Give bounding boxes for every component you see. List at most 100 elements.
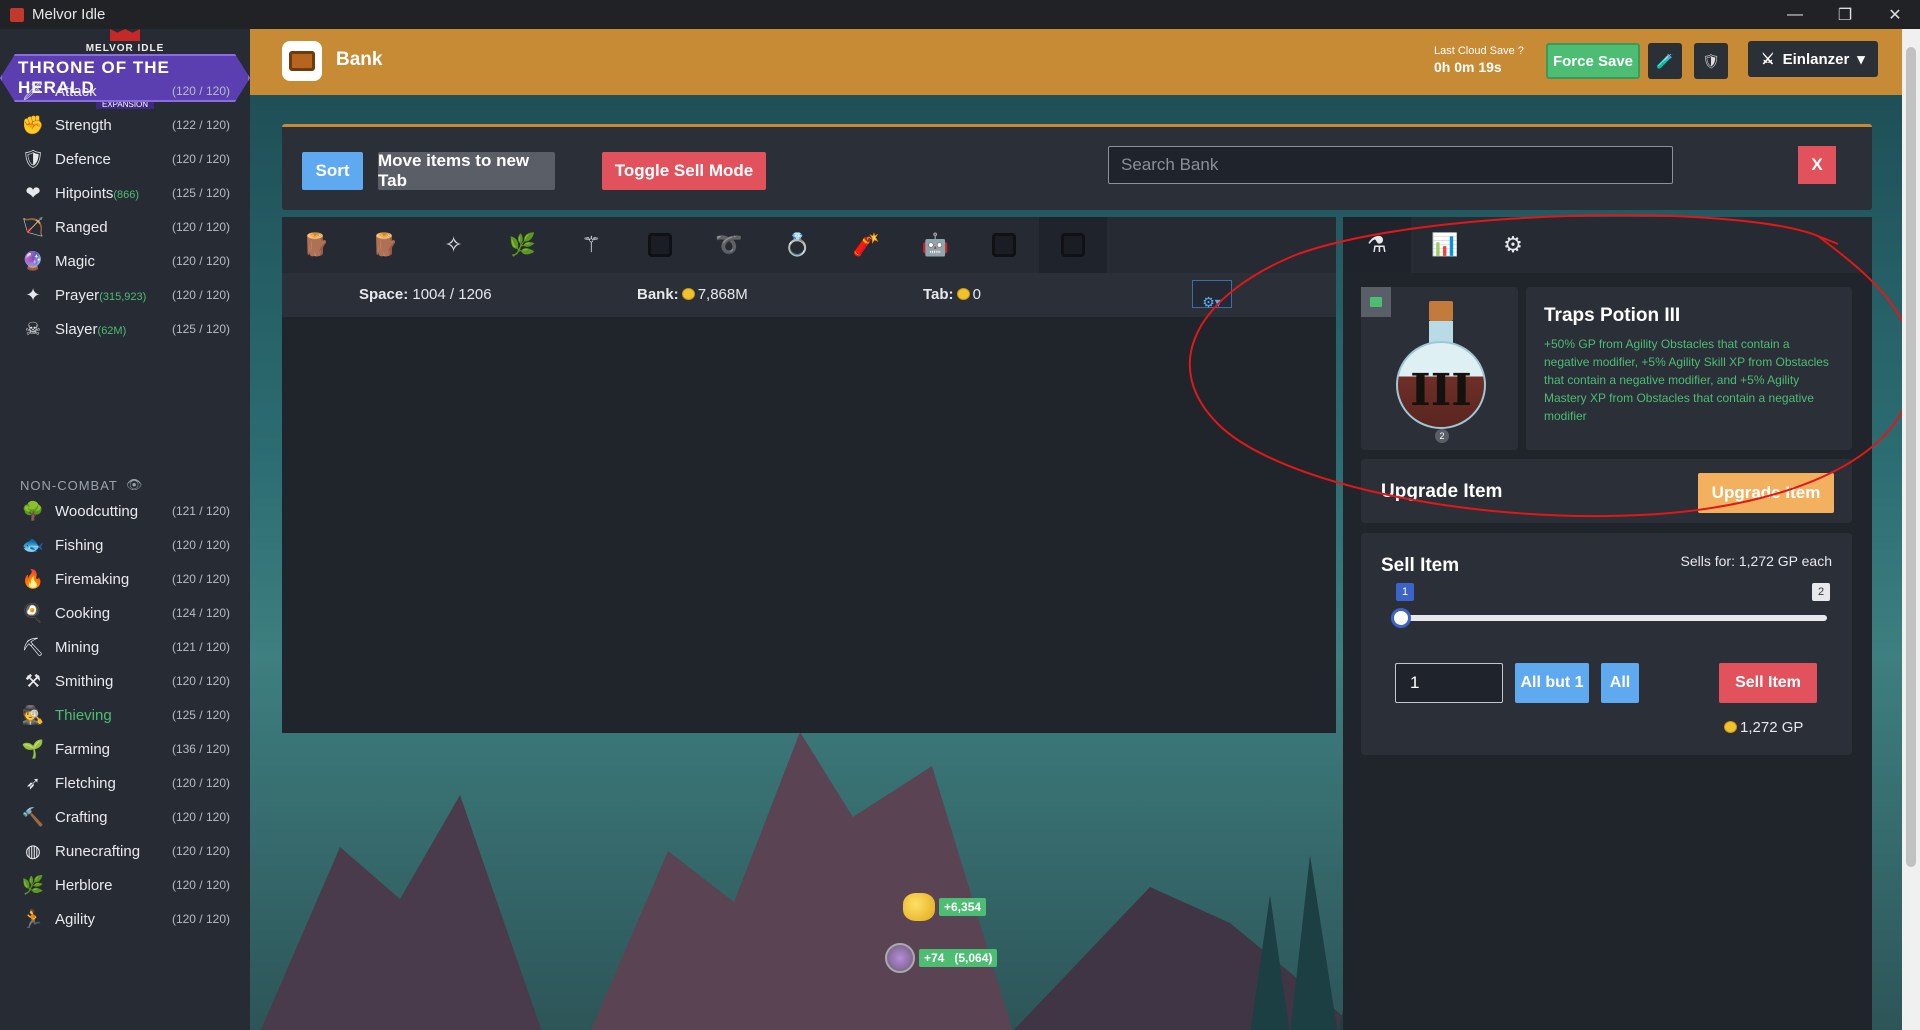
traps-potion-icon: III <box>1396 301 1486 431</box>
sidebar-item-prayer[interactable]: ✦ Prayer(315,923) (120 / 120) <box>0 278 250 312</box>
sort-button[interactable]: Sort <box>302 152 363 190</box>
move-items-button[interactable]: Move items to new Tab <box>378 151 555 190</box>
scrollbar-thumb[interactable] <box>1906 47 1916 867</box>
item-panel-tab-3[interactable]: ⚙ <box>1479 217 1547 273</box>
restore-button[interactable]: ❐ <box>1820 0 1870 29</box>
stats-chart-icon: 📊 <box>1431 232 1459 257</box>
sidebar-item-agility[interactable]: 🏃 Agility (120 / 120) <box>0 902 250 936</box>
help-icon[interactable]: ? <box>1518 45 1524 57</box>
bank-value-label: Bank: <box>637 286 679 303</box>
sell-quantity-input[interactable]: 1 <box>1395 663 1503 703</box>
bank-tab-1[interactable]: 🪵 <box>282 217 350 273</box>
lock-button[interactable] <box>1361 287 1391 317</box>
sidebar-item-smithing[interactable]: ⚒ Smithing (120 / 120) <box>0 664 250 698</box>
bank-tab-4[interactable]: 🌿 <box>488 217 556 273</box>
sidebar-item-label: Fishing <box>55 536 104 554</box>
sidebar-item-label: Agility <box>55 910 96 928</box>
sidebar-item-woodcutting[interactable]: 🌳 Woodcutting (121 / 120) <box>0 494 250 528</box>
pickaxe-icon: ⛏ <box>21 636 45 657</box>
clear-search-button[interactable]: X <box>1798 146 1836 184</box>
sidebar-item-farming[interactable]: 🌱 Farming (136 / 120) <box>0 732 250 766</box>
bank-tab-6[interactable] <box>626 217 694 273</box>
item-panel-tab-2[interactable]: 📊 <box>1411 217 1479 273</box>
minimize-button[interactable]: — <box>1770 0 1820 29</box>
search-input[interactable]: Search Bank <box>1108 146 1673 184</box>
sidebar-item-text: Agility <box>55 911 95 928</box>
sidebar-item-magic[interactable]: 🔮 Magic (120 / 120) <box>0 244 250 278</box>
force-save-button[interactable]: Force Save <box>1546 43 1640 79</box>
sidebar-item-hitpoints[interactable]: ❤ Hitpoints(866) (125 / 120) <box>0 176 250 210</box>
eye-icon[interactable]: 👁 <box>126 477 144 493</box>
all-button[interactable]: All <box>1601 663 1639 703</box>
tab-settings-dropdown[interactable]: ⚙▾ <box>1192 280 1232 310</box>
sidebar-item-text: Defence <box>55 151 111 168</box>
potion-icon[interactable]: 🧪 <box>1648 43 1682 79</box>
noncombat-header[interactable]: NON-COMBAT 👁 <box>20 477 143 493</box>
close-button[interactable]: ✕ <box>1870 0 1920 29</box>
sidebar-item-fishing[interactable]: 🐟 Fishing (120 / 120) <box>0 528 250 562</box>
tree-icon: 🌳 <box>21 500 45 521</box>
bank-tab-2[interactable]: 🪵 <box>351 217 419 273</box>
upgrade-item-button[interactable]: Upgrade Item <box>1698 473 1834 513</box>
bank-value: 7,868M <box>697 286 748 303</box>
shield-badge-icon[interactable]: 🛡 <box>1694 43 1728 79</box>
sidebar-item-label: Ranged <box>55 218 108 236</box>
item-image-box: III 2 <box>1361 287 1518 450</box>
sidebar-item-ranged[interactable]: 🏹 Ranged (120 / 120) <box>0 210 250 244</box>
gp-gain-value: +6,354 <box>939 898 987 916</box>
gp-gain-popup: +6,354 <box>903 893 987 921</box>
scrollbar[interactable] <box>1902 29 1920 1030</box>
bank-tab-10[interactable]: 🤖 <box>901 217 969 273</box>
skill-level: (125 / 120) <box>171 322 230 336</box>
slider-thumb[interactable] <box>1391 608 1411 628</box>
sidebar-item-label: Attack <box>55 82 97 100</box>
sidebar-item-firemaking[interactable]: 🔥 Firemaking (120 / 120) <box>0 562 250 596</box>
sidebar-item-cooking[interactable]: 🍳 Cooking (124 / 120) <box>0 596 250 630</box>
wizard-hat-icon: 🔮 <box>21 250 45 271</box>
sidebar-item-text: Fletching <box>55 775 116 792</box>
window-titlebar: Melvor Idle — ❐ ✕ <box>0 0 1920 29</box>
bank-tab-7[interactable]: ➰ <box>695 217 763 273</box>
user-menu-button[interactable]: ⚔ Einlanzer ▾ <box>1748 41 1878 77</box>
sidebar-item-text: Crafting <box>55 809 108 826</box>
sidebar-item-herblore[interactable]: 🌿 Herblore (120 / 120) <box>0 868 250 902</box>
empty-tab-icon <box>1060 233 1085 257</box>
bank-tab-3[interactable]: ✧ <box>420 217 488 273</box>
sell-quantity-slider[interactable] <box>1399 615 1827 621</box>
item-panel-tab-1[interactable]: ⚗ <box>1343 217 1411 273</box>
sidebar-item-label: Prayer <box>55 286 100 304</box>
xp-gain-popup: +74 (5,064) <box>885 943 998 973</box>
skill-level: (120 / 120) <box>171 776 230 790</box>
skill-level: (120 / 120) <box>171 254 230 268</box>
armour-icon: 🤖 <box>921 232 949 257</box>
sidebar-item-text: Woodcutting <box>55 503 138 520</box>
username: Einlanzer <box>1782 50 1850 68</box>
sidebar-item-thieving[interactable]: 🕵 Thieving (125 / 120) <box>0 698 250 732</box>
sidebar-item-slayer[interactable]: ☠ Slayer(62M) (125 / 120) <box>0 312 250 346</box>
bank-tab-11[interactable] <box>970 217 1038 273</box>
sidebar-item-label: Runecrafting <box>55 842 141 860</box>
sidebar-item-strength[interactable]: ✊ Strength (122 / 120) <box>0 108 250 142</box>
app-icon <box>10 7 24 22</box>
bank-tab-9[interactable]: 🧨 <box>832 217 900 273</box>
sidebar-item-label: Magic <box>55 252 96 270</box>
sidebar-item-attack[interactable]: 🗡 Attack (120 / 120) <box>0 74 250 108</box>
sidebar-item-fletching[interactable]: ➶ Fletching (120 / 120) <box>0 766 250 800</box>
runner-icon: 🏃 <box>21 908 45 929</box>
log-slice-icon: 🪵 <box>302 232 330 257</box>
sidebar-item-mining[interactable]: ⛏ Mining (121 / 120) <box>0 630 250 664</box>
bolts-icon: 🧨 <box>852 232 881 257</box>
sells-for-text: Sells for: 1,272 GP each <box>1680 553 1833 569</box>
sidebar-item-runecrafting[interactable]: ◍ Runecrafting (120 / 120) <box>0 834 250 868</box>
bank-tab-8[interactable]: 💍 <box>764 217 832 273</box>
sidebar-item-text: Slayer(62M) <box>55 321 126 338</box>
all-but-one-button[interactable]: All but 1 <box>1515 663 1589 703</box>
toggle-sell-mode-button[interactable]: Toggle Sell Mode <box>602 152 766 190</box>
sidebar-item-defence[interactable]: 🛡 Defence (120 / 120) <box>0 142 250 176</box>
sidebar-item-crafting[interactable]: 🔨 Crafting (120 / 120) <box>0 800 250 834</box>
skill-level: (120 / 120) <box>171 288 230 302</box>
bank-tab-12[interactable] <box>1038 217 1107 273</box>
bank-tab-5[interactable]: ⚚ <box>557 217 625 273</box>
gear-icon: ⚙▾ <box>1202 294 1222 310</box>
sell-item-button[interactable]: Sell Item <box>1719 663 1817 703</box>
